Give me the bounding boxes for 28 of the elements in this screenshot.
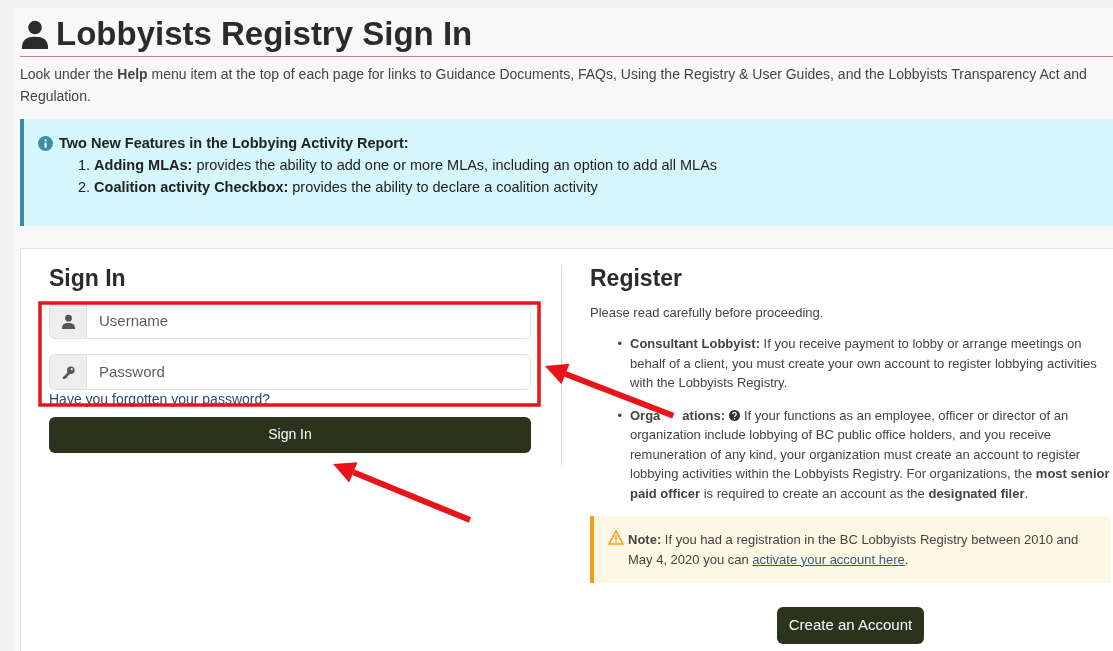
sign-in-button[interactable]: Sign In <box>49 416 531 453</box>
feature-text: Adding MLAs: provides the ability to add one or more MLAs, including an option to add all MLAs <box>94 156 718 176</box>
key-icon <box>60 364 76 380</box>
forgot-password-link[interactable]: Have you forgotten your password? <box>49 390 531 407</box>
page-title: Lobbyists Registry Sign In <box>56 14 473 54</box>
create-account-button[interactable]: Create an Account <box>776 607 925 644</box>
user-icon <box>60 313 76 329</box>
info-icon <box>38 135 53 151</box>
section-heading: Register <box>590 265 684 293</box>
section-heading: Sign In <box>49 265 127 293</box>
bullet: • <box>616 406 622 425</box>
list-number: 1. <box>78 156 91 176</box>
password-field[interactable]: Password <box>86 353 531 391</box>
warning-icon <box>608 530 624 546</box>
term-label: Orga <box>630 406 661 425</box>
description-text: If your functions as an employee, officer or director of an <box>743 406 1069 425</box>
activate-account-link[interactable]: activate your account here <box>752 551 905 567</box>
note-text: Note: If you had a registration in the BC Lobbyists Registry between 2010 and May 4, 2020 you can activate your account here. <box>628 531 1080 569</box>
term-label: ations: <box>682 406 725 425</box>
feature-text: Coalition activity Checkbox: provides the ability to declare a coalition activity <box>94 178 598 198</box>
bullet: • <box>616 335 622 354</box>
lead-text: Please read carefully before proceeding. <box>590 303 825 322</box>
alert-heading: Two New Features in the Lobbying Activity Report: <box>59 133 409 153</box>
help-icon <box>728 410 740 422</box>
description-text: Consultant Lobbyist: If you receive payment to lobby or arrange meetings on behalf of a client, you must create your own account to register lobbying activities with the Lobbyists Registry. <box>630 335 1098 393</box>
description-text: organization include lobbying of BC public office holders, and you receive remuneration of any kind, your organization must create an account to register lobbying activities within the Lobbyists Registry. For organizations, the most senior paid officer is required to create an account as the designated filer. <box>630 426 1111 503</box>
list-number: 2. <box>78 178 91 198</box>
intro-text: Look under the Help menu item at the top of each page for links to Guidance Documents, FAQs, Using the Registry & User Guides, and the Lobbyists Transparency Act and Regulation. <box>20 64 1088 106</box>
